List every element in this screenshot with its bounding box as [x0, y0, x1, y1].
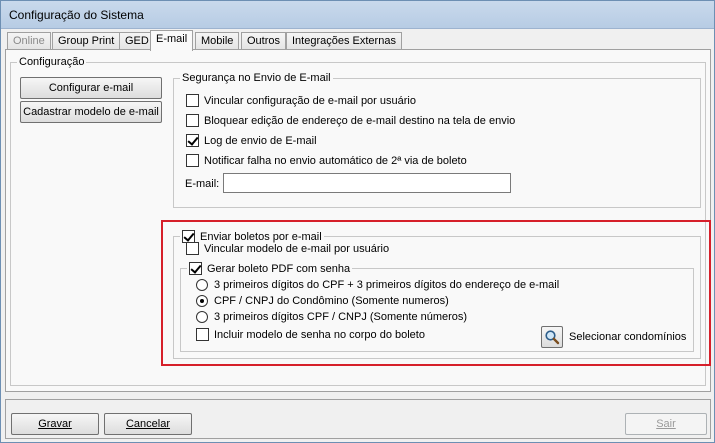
checkbox-box[interactable]	[196, 328, 209, 341]
tab-outros[interactable]: Outros	[241, 32, 287, 50]
chk-link-config-per-user[interactable]: Vincular configuração de e-mail por usuá…	[186, 94, 416, 107]
tab-group-print[interactable]: Group Print	[52, 32, 121, 50]
search-icon[interactable]	[541, 326, 563, 348]
radio-cpf-cnpj-condomino[interactable]: CPF / CNPJ do Condômino (Somente numeros…	[196, 295, 449, 307]
checkbox-box[interactable]	[186, 242, 199, 255]
configuracao-legend: Configuração	[19, 56, 85, 68]
chk-link-template-per-user[interactable]: Vincular modelo de e-mail por usuário	[186, 242, 389, 255]
checkbox-box[interactable]	[189, 262, 202, 275]
tab-mobile[interactable]: Mobile	[195, 32, 240, 50]
tab-integracoes[interactable]: Integrações Externas	[286, 32, 402, 50]
pdf-password-legend[interactable]: Gerar boleto PDF com senha	[187, 262, 352, 275]
chk-email-log[interactable]: Log de envio de E-mail	[186, 134, 317, 147]
radio-cpf-cnpj-3-digits[interactable]: 3 primeiros dígitos CPF / CNPJ (Somente …	[196, 311, 467, 323]
checkbox-box[interactable]	[186, 114, 199, 127]
title-bar: Configuração do Sistema	[1, 1, 714, 29]
chk-block-address-edit[interactable]: Bloquear edição de endereço de e-mail de…	[186, 114, 515, 127]
email-field-label: E-mail:	[185, 178, 220, 190]
checkbox-box[interactable]	[186, 134, 199, 147]
footer-bar: Gravar Cancelar Sair	[5, 399, 711, 439]
tab-email[interactable]: E-mail	[150, 30, 194, 51]
radio-cpf-email[interactable]: 3 primeiros dígitos do CPF + 3 primeiros…	[196, 279, 559, 291]
radio-dot[interactable]	[196, 279, 208, 291]
email-tab-panel: Configuração Configurar e-mail Cadastrar…	[5, 49, 711, 392]
exit-button[interactable]: Sair	[625, 413, 707, 435]
chk-notify-failure[interactable]: Notificar falha no envio automático de 2…	[186, 154, 467, 167]
checkbox-box[interactable]	[186, 94, 199, 107]
tab-online[interactable]: Online	[7, 32, 51, 50]
save-button[interactable]: Gravar	[11, 413, 99, 435]
select-condos-button[interactable]: Selecionar condomínios	[541, 326, 691, 348]
window-title: Configuração do Sistema	[9, 8, 144, 22]
checkbox-box[interactable]	[186, 154, 199, 167]
configure-email-button[interactable]: Configurar e-mail	[20, 77, 162, 99]
chk-include-template[interactable]: Incluir modelo de senha no corpo do bole…	[196, 328, 425, 341]
config-window: Configuração do Sistema Online Group Pri…	[0, 0, 715, 443]
register-template-button[interactable]: Cadastrar modelo de e-mail	[20, 101, 162, 123]
radio-dot[interactable]	[196, 311, 208, 323]
radio-dot[interactable]	[196, 295, 208, 307]
security-legend: Segurança no Envio de E-mail	[182, 72, 331, 84]
email-field[interactable]	[223, 173, 511, 193]
cancel-button[interactable]: Cancelar	[104, 413, 192, 435]
